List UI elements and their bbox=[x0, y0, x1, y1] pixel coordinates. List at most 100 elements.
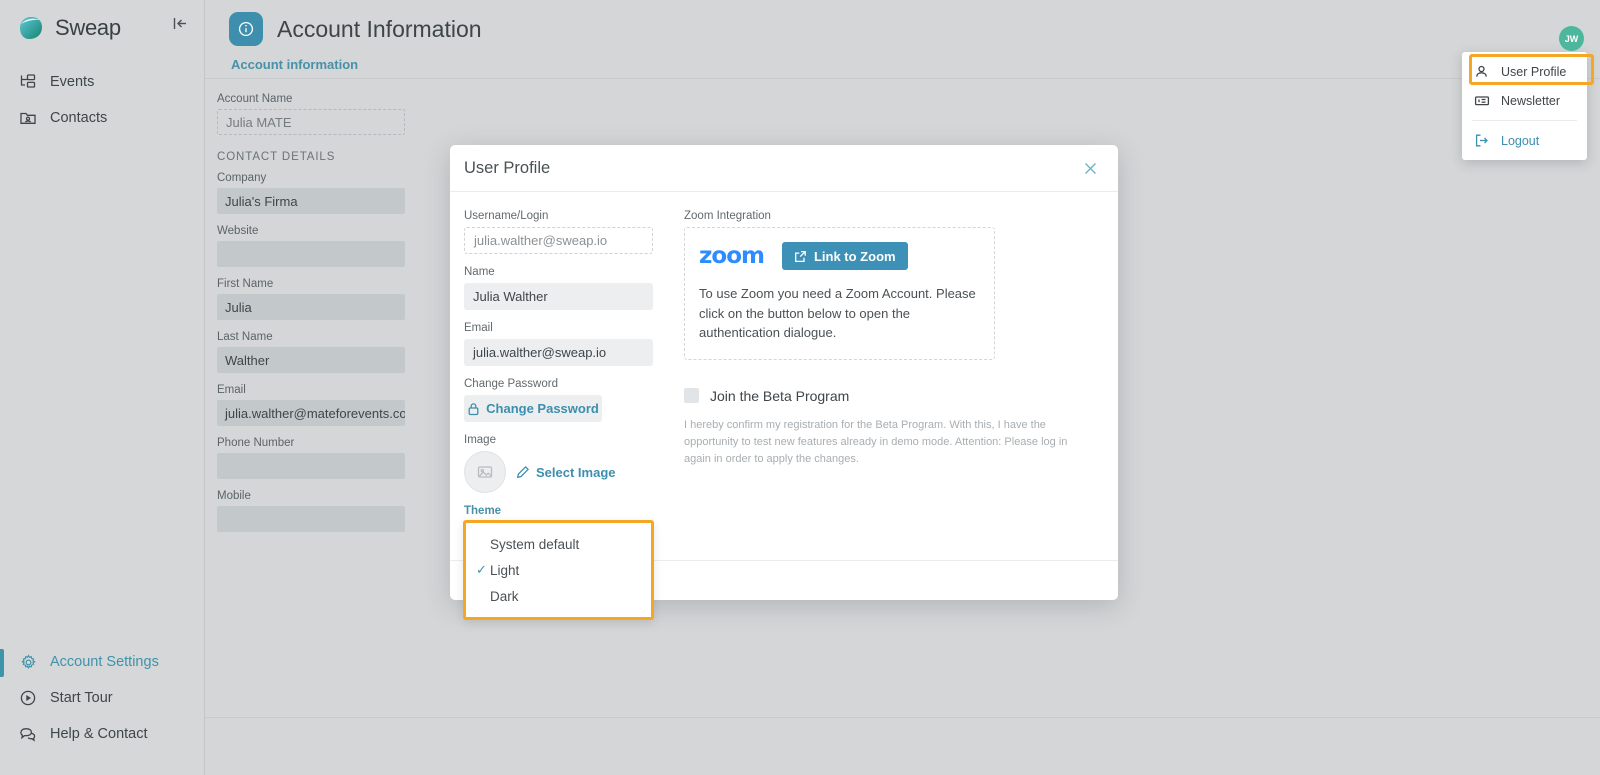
zoom-logo: zoom bbox=[699, 243, 765, 269]
dialog-body: Username/Login julia.walther@sweap.io Na… bbox=[450, 192, 1118, 620]
app-root: Sweap Events Contacts Account Settings S… bbox=[0, 0, 1600, 775]
button-label: Select Image bbox=[536, 464, 616, 480]
sidebar-item-help-contact[interactable]: Help & Contact bbox=[0, 717, 204, 751]
dialog-right-column: Zoom Integration zoom Link to Zoom To us… bbox=[684, 210, 1104, 522]
sidebar-item-label: Events bbox=[50, 74, 95, 90]
menu-item-logout[interactable]: Logout bbox=[1462, 126, 1587, 155]
theme-label: Theme bbox=[464, 505, 502, 517]
button-label: Change Password bbox=[486, 401, 599, 416]
field-label: Image bbox=[464, 434, 496, 446]
field-last-name: Last Name Walther bbox=[217, 331, 405, 373]
contacts-icon bbox=[18, 108, 38, 128]
email-input[interactable]: julia.walther@mateforevents.com bbox=[217, 400, 405, 426]
field-label: Account Name bbox=[217, 93, 293, 105]
menu-item-label: Logout bbox=[1501, 133, 1540, 148]
menu-divider bbox=[1472, 120, 1577, 121]
tab-account-information[interactable]: Account information bbox=[231, 57, 358, 78]
dialog-header: User Profile bbox=[450, 145, 1118, 192]
sidebar-item-events[interactable]: Events bbox=[0, 64, 204, 100]
section-title-contact-details: CONTACT DETAILS bbox=[217, 151, 336, 163]
brand-name: Sweap bbox=[55, 15, 121, 40]
lock-icon bbox=[467, 402, 480, 416]
field-label: Website bbox=[217, 225, 259, 237]
zoom-description: To use Zoom you need a Zoom Account. Ple… bbox=[699, 286, 976, 340]
beta-program-label: Join the Beta Program bbox=[710, 387, 850, 404]
last-name-input[interactable]: Walther bbox=[217, 347, 405, 373]
image-row: Select Image bbox=[464, 451, 664, 493]
page-header: Account Information Account information bbox=[205, 0, 1600, 78]
sidebar-item-contacts[interactable]: Contacts bbox=[0, 100, 204, 136]
mobile-input[interactable] bbox=[217, 506, 405, 532]
phone-number-input[interactable] bbox=[217, 453, 405, 479]
sidebar-item-label: Start Tour bbox=[50, 690, 113, 706]
field-change-password: Change Password Change Password bbox=[464, 378, 664, 422]
menu-item-label: Newsletter bbox=[1501, 93, 1561, 108]
company-input[interactable]: Julia's Firma bbox=[217, 188, 405, 214]
dialog-title: User Profile bbox=[464, 158, 551, 177]
info-icon bbox=[229, 12, 263, 46]
chat-icon bbox=[18, 724, 38, 744]
theme-option-light[interactable]: ✓ Light bbox=[466, 557, 651, 583]
tab-bar: Account information bbox=[229, 56, 1600, 78]
logout-icon bbox=[1474, 133, 1491, 148]
sidebar-nav-top: Events Contacts bbox=[0, 64, 204, 136]
sidebar-item-start-tour[interactable]: Start Tour bbox=[0, 681, 204, 715]
page-title-row: Account Information bbox=[229, 12, 1600, 46]
theme-option-dark[interactable]: Dark bbox=[466, 583, 651, 609]
check-icon: ✓ bbox=[476, 562, 487, 577]
sweap-logo-icon bbox=[16, 14, 46, 42]
beta-program-row: Join the Beta Program bbox=[684, 388, 1104, 404]
option-label: Light bbox=[490, 562, 520, 578]
user-profile-dialog: User Profile Username/Login julia.walthe… bbox=[450, 145, 1118, 620]
field-label: Email bbox=[217, 384, 246, 396]
field-image: Image Select Image bbox=[464, 434, 664, 493]
name-input[interactable]: Julia Walther bbox=[464, 283, 653, 310]
field-label: Phone Number bbox=[217, 437, 295, 449]
person-icon bbox=[1474, 64, 1491, 79]
field-account-name: Account Name Julia MATE bbox=[217, 93, 405, 135]
newsletter-icon bbox=[1474, 93, 1491, 108]
beta-program-checkbox[interactable] bbox=[684, 388, 699, 403]
field-username-login: Username/Login julia.walther@sweap.io bbox=[464, 210, 664, 254]
field-label: Email bbox=[464, 322, 493, 334]
sidebar-nav-bottom: Account Settings Start Tour Help & Conta… bbox=[0, 645, 204, 753]
sidebar-item-label: Account Settings bbox=[50, 654, 159, 670]
theme-option-system-default[interactable]: System default bbox=[466, 531, 651, 557]
theme-dropdown-menu: System default ✓ Light Dark bbox=[463, 520, 654, 620]
field-label: Company bbox=[217, 172, 267, 184]
option-label: Dark bbox=[490, 588, 519, 604]
field-website: Website bbox=[217, 225, 405, 267]
first-name-input[interactable]: Julia bbox=[217, 294, 405, 320]
dialog-left-column: Username/Login julia.walther@sweap.io Na… bbox=[463, 210, 664, 620]
sidebar-item-account-settings[interactable]: Account Settings bbox=[0, 645, 204, 679]
page-title: Account Information bbox=[277, 15, 482, 42]
field-company: Company Julia's Firma bbox=[217, 172, 405, 214]
zoom-row: zoom Link to Zoom bbox=[699, 242, 980, 270]
field-label: Username/Login bbox=[464, 210, 549, 222]
avatar[interactable]: JW bbox=[1559, 26, 1584, 51]
email-input[interactable]: julia.walther@sweap.io bbox=[464, 339, 653, 366]
external-link-icon bbox=[794, 250, 807, 263]
play-circle-icon bbox=[18, 688, 38, 708]
close-icon[interactable] bbox=[1080, 158, 1100, 178]
account-name-input[interactable]: Julia MATE bbox=[217, 109, 405, 135]
username-input[interactable]: julia.walther@sweap.io bbox=[464, 227, 653, 254]
image-icon bbox=[464, 451, 506, 493]
menu-item-user-profile[interactable]: User Profile bbox=[1462, 57, 1587, 86]
field-label: Mobile bbox=[217, 490, 251, 502]
select-image-button[interactable]: Select Image bbox=[516, 465, 616, 480]
zoom-integration-label: Zoom Integration bbox=[684, 210, 771, 222]
menu-item-label: User Profile bbox=[1501, 64, 1567, 79]
link-to-zoom-button[interactable]: Link to Zoom bbox=[781, 242, 908, 270]
bottom-divider bbox=[205, 717, 1600, 718]
change-password-button[interactable]: Change Password bbox=[464, 395, 602, 422]
menu-item-newsletter[interactable]: Newsletter bbox=[1462, 86, 1587, 115]
collapse-panel-icon[interactable] bbox=[170, 13, 190, 33]
field-label: Change Password bbox=[464, 378, 558, 390]
field-email: Email julia.walther@mateforevents.com bbox=[217, 384, 405, 426]
field-theme: Theme System default ✓ Light Dark bbox=[463, 505, 664, 620]
sidebar: Sweap Events Contacts Account Settings S… bbox=[0, 0, 205, 775]
field-name: Name Julia Walther bbox=[464, 266, 664, 310]
website-input[interactable] bbox=[217, 241, 405, 267]
field-label: Name bbox=[464, 266, 495, 278]
